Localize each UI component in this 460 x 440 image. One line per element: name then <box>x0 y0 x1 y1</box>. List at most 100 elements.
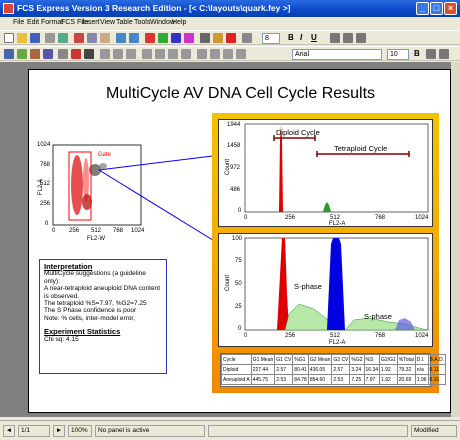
format-bold-icon[interactable]: B <box>414 49 420 58</box>
histogram-top-y-tick: 1944 <box>227 122 241 128</box>
shape-tool-icon[interactable] <box>126 49 136 59</box>
first-page-button[interactable]: ◄ <box>3 425 15 437</box>
table-cell: 1.92 <box>379 364 398 375</box>
crosshair-icon[interactable] <box>71 49 81 59</box>
sphase-label-2: S-phase <box>364 312 392 321</box>
zoom-icon[interactable] <box>17 49 27 59</box>
diploid-cycle-label: Diploid Cycle <box>276 128 320 137</box>
results-frame: Diploid Cycle Tetraploid Cycle Count 194… <box>212 113 446 393</box>
plot-icon[interactable] <box>43 49 53 59</box>
arrow-to-bottom-histogram <box>98 169 230 251</box>
back-icon[interactable] <box>210 49 220 59</box>
maximize-button[interactable]: □ <box>430 2 443 15</box>
target-icon[interactable] <box>4 49 14 59</box>
tool-icon-purple[interactable] <box>184 33 194 43</box>
paste-icon[interactable] <box>100 33 110 43</box>
histogram-top-x-tick: 768 <box>375 215 386 221</box>
status-spacer <box>208 425 408 437</box>
minimize-button[interactable]: _ <box>416 2 429 15</box>
tool-icon-orange[interactable] <box>213 33 223 43</box>
align-icon[interactable] <box>155 49 165 59</box>
align-right-icon[interactable] <box>356 33 366 43</box>
next-page-button[interactable]: ► <box>53 425 65 437</box>
menu-help[interactable]: Help <box>172 19 186 26</box>
menu-file[interactable]: File <box>13 19 24 26</box>
align-left-icon[interactable] <box>330 33 340 43</box>
statistics-heading: Experiment Statistics <box>44 327 121 337</box>
table-header: G2 Mean <box>307 354 333 365</box>
open-icon[interactable] <box>17 33 27 43</box>
arrow-tool-icon[interactable] <box>84 49 94 59</box>
table-header: %S <box>363 354 381 365</box>
page-indicator[interactable]: 1/1 <box>18 425 50 437</box>
bold-button[interactable]: B <box>288 33 294 42</box>
histogram-top-svg <box>244 123 429 213</box>
fill-icon[interactable] <box>223 49 233 59</box>
tool-icon-red[interactable] <box>145 33 155 43</box>
font-size-field[interactable]: 8 <box>262 33 280 44</box>
table-cell: 20.69 <box>396 374 416 385</box>
tool-icon-blue[interactable] <box>171 33 181 43</box>
menu-format[interactable]: Format <box>41 19 63 26</box>
histogram-bottom-x-tick: 256 <box>285 333 296 339</box>
font-size-select[interactable]: 10 <box>387 49 409 60</box>
line-tool-icon[interactable] <box>100 49 110 59</box>
table-cell: 7.97 <box>363 374 381 385</box>
table-header: %G2 <box>349 354 365 365</box>
interpretation-line: MultiCycle suggestions (a guideline only… <box>44 270 146 285</box>
menu-tools[interactable]: Tools <box>134 19 150 26</box>
format-more-icon[interactable] <box>426 49 436 59</box>
group-icon[interactable] <box>168 49 178 59</box>
gate-icon[interactable] <box>30 49 40 59</box>
tool-icon-grid[interactable] <box>242 33 252 43</box>
menu-view[interactable]: View <box>100 19 115 26</box>
table-header: D.I. <box>414 354 429 365</box>
italic-button[interactable]: I <box>300 33 302 42</box>
redo-icon[interactable] <box>129 33 139 43</box>
histogram-top-y-tick: 486 <box>230 187 241 193</box>
undo-icon[interactable] <box>116 33 126 43</box>
font-name-field[interactable]: Arial <box>292 49 382 60</box>
format-extra-icon[interactable] <box>439 49 449 59</box>
table-row: Aneuploid A 445.75 2.53 84.78 854.60 2.5… <box>221 374 446 385</box>
histogram-bottom-y-tick: 75 <box>235 258 242 264</box>
histogram-top-y-tick: 972 <box>230 165 241 171</box>
align-center-icon[interactable] <box>343 33 353 43</box>
front-icon[interactable] <box>197 49 207 59</box>
histogram-bottom-x-tick: 0 <box>244 333 248 339</box>
menu-insert[interactable]: Insert <box>82 19 100 26</box>
ungroup-icon[interactable] <box>181 49 191 59</box>
rect-icon[interactable] <box>58 49 68 59</box>
print-icon[interactable] <box>45 33 55 43</box>
preview-icon[interactable] <box>58 33 68 43</box>
layout-page: MultiCycle AV DNA Cell Cycle Results Gat… <box>28 69 451 413</box>
cut-icon[interactable] <box>74 33 84 43</box>
table-cell: 445.75 <box>250 374 276 385</box>
table-cell: 854.60 <box>307 374 333 385</box>
results-table-grid: Cycle G1 Mean G1 CV %G1 G2 Mean G2 CV %G… <box>221 354 446 385</box>
new-icon[interactable] <box>4 33 14 43</box>
text-tool-icon[interactable] <box>113 49 123 59</box>
underline-button[interactable]: U <box>311 33 317 42</box>
copy-icon[interactable] <box>87 33 97 43</box>
histogram-bottom[interactable]: S-phase S-phase Count 100 75 50 25 0 0 2… <box>218 233 433 347</box>
results-table[interactable]: Cycle G1 Mean G1 CV %G1 G2 Mean G2 CV %G… <box>220 353 446 387</box>
table-cell: Aneuploid A <box>221 374 252 385</box>
layer-icon[interactable] <box>142 49 152 59</box>
histogram-top[interactable]: Diploid Cycle Tetraploid Cycle Count 194… <box>218 119 433 227</box>
interpretation-line: The S Phase confidence is poor <box>44 307 137 315</box>
save-icon[interactable] <box>30 33 40 43</box>
table-header: %Total <box>396 354 416 365</box>
tool-icon-green[interactable] <box>158 33 168 43</box>
menu-edit[interactable]: Edit <box>27 19 39 26</box>
table-cell: 79.32 <box>396 364 416 375</box>
border-icon[interactable] <box>236 49 246 59</box>
vertical-scrollbar[interactable] <box>451 62 460 417</box>
menu-table[interactable]: Table <box>116 19 133 26</box>
tool-icon-a[interactable] <box>226 33 236 43</box>
close-button[interactable]: × <box>444 2 457 15</box>
interpretation-box[interactable]: Interpretation MultiCycle suggestions (a… <box>39 259 167 374</box>
table-row: Diploid 227.44 2.57 80.41 436.05 2.57 3.… <box>221 364 446 375</box>
zoom-field[interactable]: 100% <box>68 425 92 437</box>
tool-icon-gray[interactable] <box>200 33 210 43</box>
